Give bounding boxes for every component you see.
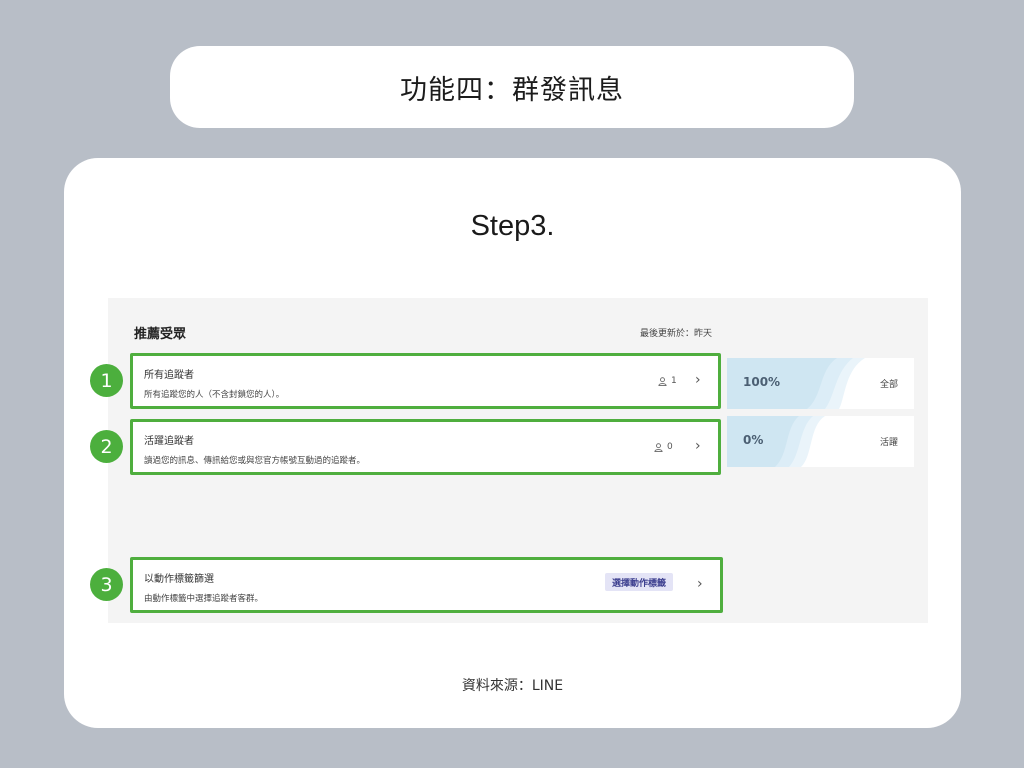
recommended-audience-panel: 推薦受眾 最後更新於：昨天 所有追蹤者 所有追蹤您的人（不含封鎖您的人）。 1 … [90,298,928,623]
row-description: 讀過您的訊息、傳訊給您或與您官方帳號互動過的追蹤者。 [144,456,366,466]
row-description: 所有追蹤您的人（不含封鎖您的人）。 [144,390,285,400]
person-icon [654,442,663,452]
row-description: 由動作標籤中選擇追蹤者客群。 [144,594,264,604]
row-title: 以動作標籤篩選 [144,574,214,585]
follower-count: 1 [658,376,677,386]
last-updated-text: 最後更新於：昨天 [640,329,713,339]
percent-value: 100% [743,375,781,389]
chevron-right-icon[interactable]: › [695,372,701,388]
panel-title: 推薦受眾 [134,327,187,342]
chevron-right-icon[interactable]: › [697,576,703,592]
chevron-right-icon[interactable]: › [695,438,701,454]
percent-label: 全部 [879,380,898,390]
count-value: 0 [667,442,673,452]
step-number-2: 2 [90,430,123,463]
audience-row-active-followers[interactable]: 活躍追蹤者 讀過您的訊息、傳訊給您或與您官方帳號互動過的追蹤者。 0 › [130,419,721,475]
row-title: 所有追蹤者 [144,370,194,381]
row-title: 活躍追蹤者 [144,436,194,447]
source-caption: 資料來源：LINE [461,678,564,694]
percent-card-all: 100% 全部 [727,358,914,409]
step-number-3: 3 [90,568,123,601]
select-action-tag-button[interactable]: 選擇動作標籤 [605,573,674,591]
page-title: 功能四：群發訊息 [400,74,624,106]
audience-row-all-followers[interactable]: 所有追蹤者 所有追蹤您的人（不含封鎖您的人）。 1 › [130,353,721,409]
content-card: Step3. 推薦受眾 最後更新於：昨天 所有追蹤者 所有追蹤您的人（不含封鎖您… [64,158,961,728]
audience-row-action-tags[interactable]: 以動作標籤篩選 由動作標籤中選擇追蹤者客群。 選擇動作標籤 › [130,557,723,613]
step-title: Step3. [470,210,555,242]
percent-card-active: 0% 活躍 [727,416,914,467]
follower-count: 0 [654,442,673,452]
step-number-1: 1 [90,364,123,397]
person-icon [658,376,667,386]
count-value: 1 [671,376,677,386]
title-banner: 功能四：群發訊息 [170,46,854,128]
percent-value: 0% [743,433,764,447]
percent-label: 活躍 [879,438,898,448]
